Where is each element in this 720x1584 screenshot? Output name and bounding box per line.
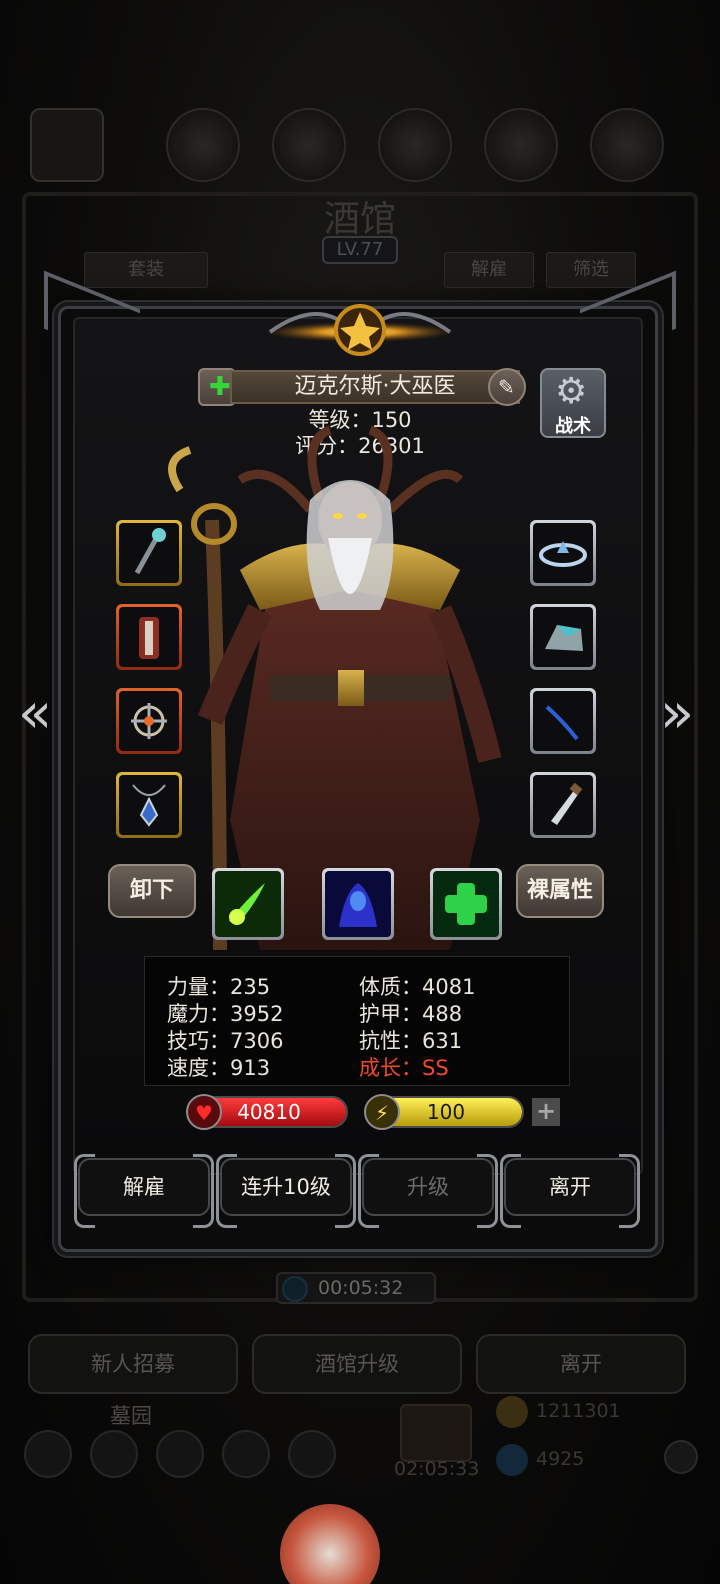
- gem-icon: [496, 1444, 528, 1476]
- attr-magic-value: 3952: [230, 1002, 284, 1026]
- upgrade-tavern-button[interactable]: 酒馆升级: [252, 1334, 462, 1394]
- attr-skill: 技巧：7306: [167, 1025, 283, 1055]
- dismiss-button[interactable]: 解雇: [74, 1154, 214, 1228]
- next-hero-arrow-icon[interactable]: »: [650, 684, 704, 748]
- plus-icon: ✚: [209, 372, 231, 402]
- bottom-nav-5-icon[interactable]: [288, 1430, 336, 1478]
- attr-constitution: 体质：4081: [359, 971, 475, 1001]
- skill-slot-3[interactable]: [430, 868, 502, 940]
- add-energy-button[interactable]: +: [532, 1098, 560, 1126]
- attr-magic: 魔力：3952: [167, 998, 283, 1028]
- heart-icon: ♥: [186, 1094, 222, 1130]
- attr-speed-value: 913: [230, 1056, 271, 1080]
- skill-slot-2[interactable]: [322, 868, 394, 940]
- gold-amount: 1211301: [536, 1400, 621, 1422]
- hero-name: 迈克尔斯·大巫医: [230, 370, 520, 404]
- graveyard-label[interactable]: 墓园: [110, 1400, 152, 1430]
- crest-emblem-icon: [264, 304, 456, 356]
- bg-dismiss-button[interactable]: 解雇: [444, 252, 534, 288]
- equip-slot-staff[interactable]: [116, 520, 182, 586]
- green-claw-skill-icon: [229, 883, 265, 925]
- equip-slot-armor[interactable]: [116, 604, 182, 670]
- unequip-button[interactable]: 卸下: [108, 864, 196, 918]
- bow-icon: [545, 705, 579, 741]
- level-up-button[interactable]: 升级: [358, 1154, 498, 1228]
- armor-icon: [139, 617, 159, 659]
- amulet-icon: [132, 784, 166, 827]
- add-currency-icon[interactable]: [664, 1440, 698, 1474]
- edit-icon: ✎: [498, 375, 515, 399]
- gift-box-icon[interactable]: [400, 1404, 472, 1462]
- attr-constitution-value: 4081: [422, 975, 476, 999]
- attr-strength-value: 235: [230, 975, 271, 999]
- equip-slot-amulet[interactable]: [116, 772, 182, 838]
- set-tab[interactable]: 套装: [84, 252, 208, 288]
- bottom-nav-3-icon[interactable]: [156, 1430, 204, 1478]
- bottom-nav-2-icon[interactable]: [90, 1430, 138, 1478]
- gold-coin-icon: [496, 1396, 528, 1428]
- attr-growth-label: 成长：: [359, 1056, 422, 1080]
- bg-tab-3[interactable]: [272, 108, 346, 182]
- equip-slot-crown[interactable]: [530, 520, 596, 586]
- bg-leave-button[interactable]: 离开: [476, 1334, 686, 1394]
- gem-stone-icon: [545, 625, 583, 651]
- ring-icon: [131, 703, 167, 739]
- bg-tab-6[interactable]: [590, 108, 664, 182]
- attr-growth-value: SS: [422, 1056, 449, 1080]
- attr-constitution-label: 体质：: [359, 975, 422, 999]
- attr-resistance: 抗性：631: [359, 1025, 462, 1055]
- lightning-icon: ⚡: [364, 1094, 400, 1130]
- tavern-level: LV.77: [322, 236, 398, 264]
- blue-spirit-skill-icon: [339, 883, 377, 927]
- bare-stats-button[interactable]: 裸属性: [516, 864, 604, 918]
- attr-armor-label: 护甲：: [359, 1002, 422, 1026]
- bg-tab-4[interactable]: [378, 108, 452, 182]
- attr-skill-label: 技巧：: [167, 1029, 230, 1053]
- attr-strength: 力量：235: [167, 971, 270, 1001]
- staff-icon: [134, 528, 166, 575]
- tavern-timer-text: 00:05:32: [318, 1277, 404, 1299]
- tactics-label: 战术: [555, 416, 591, 437]
- attr-armor-value: 488: [422, 1002, 463, 1026]
- filter-button[interactable]: 筛选: [546, 252, 636, 288]
- dagger-icon: [551, 782, 583, 825]
- gear-icon: ⚙: [555, 371, 588, 412]
- recruit-button[interactable]: 新人招募: [28, 1334, 238, 1394]
- bg-tab-2[interactable]: [166, 108, 240, 182]
- attr-speed-label: 速度：: [167, 1056, 230, 1080]
- heal-cross-skill-icon: [445, 883, 487, 925]
- attr-skill-value: 7306: [230, 1029, 284, 1053]
- prev-hero-arrow-icon[interactable]: «: [8, 684, 62, 748]
- tavern-title: 酒馆: [323, 199, 396, 240]
- tavern-timer: 00:05:32: [276, 1272, 436, 1304]
- leave-button[interactable]: 离开: [500, 1154, 640, 1228]
- clock-icon: [282, 1276, 308, 1302]
- level-up-10-button[interactable]: 连升10级: [216, 1154, 356, 1228]
- bottom-nav-4-icon[interactable]: [222, 1430, 270, 1478]
- equip-slot-dagger[interactable]: [530, 772, 596, 838]
- skill-slot-1[interactable]: [212, 868, 284, 940]
- attr-armor: 护甲：488: [359, 998, 462, 1028]
- equip-slot-ring[interactable]: [116, 688, 182, 754]
- attribute-panel: 力量：235 体质：4081 魔力：3952 护甲：488 技巧：7306 抗性…: [144, 956, 570, 1086]
- equip-slot-gem[interactable]: [530, 604, 596, 670]
- attr-growth: 成长：SS: [359, 1052, 449, 1082]
- rename-button[interactable]: ✎: [488, 368, 526, 406]
- bottom-nav-1-icon[interactable]: [24, 1430, 72, 1478]
- equip-slot-bow[interactable]: [530, 688, 596, 754]
- gem-amount: 4925: [536, 1448, 585, 1470]
- bg-tab-1[interactable]: [30, 108, 104, 182]
- bg-tab-5[interactable]: [484, 108, 558, 182]
- attr-resistance-label: 抗性：: [359, 1029, 422, 1053]
- attr-speed: 速度：913: [167, 1052, 270, 1082]
- gift-timer: 02:05:33: [394, 1458, 480, 1480]
- crown-icon: [539, 541, 587, 567]
- attr-strength-label: 力量：: [167, 975, 230, 999]
- attr-resistance-value: 631: [422, 1029, 463, 1053]
- attr-magic-label: 魔力：: [167, 1002, 230, 1026]
